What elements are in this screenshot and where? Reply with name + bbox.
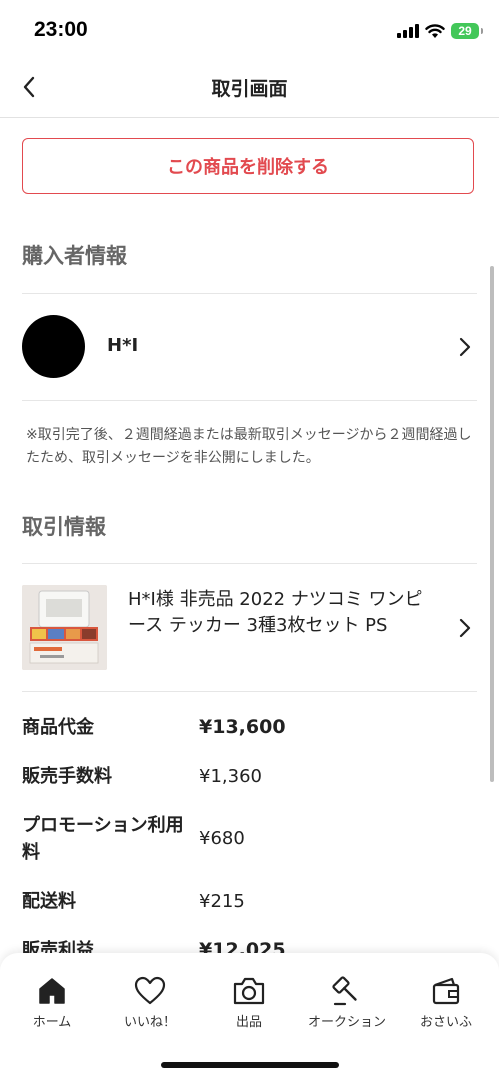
chevron-right-icon <box>457 335 473 359</box>
divider <box>22 563 477 564</box>
price-value: ¥13,600 <box>199 716 286 738</box>
heart-icon <box>102 975 198 1007</box>
battery-level: 29 <box>458 24 472 38</box>
tab-likes[interactable]: いいね！ <box>102 975 198 1035</box>
price-value: ¥1,360 <box>199 766 262 787</box>
buyer-section-title: 購入者情報 <box>22 244 127 268</box>
home-icon <box>4 975 100 1007</box>
transaction-section-title: 取引情報 <box>22 515 106 539</box>
divider <box>22 400 477 401</box>
chevron-right-icon <box>457 616 473 640</box>
page-title: 取引画面 <box>211 78 288 100</box>
price-value: ¥215 <box>199 891 245 912</box>
delete-item-button[interactable]: この商品を削除する <box>22 138 474 194</box>
product-row[interactable]: H*I様 非売品 2022 ナツコミ ワンピース テッカー 3種3枚セット PS <box>0 565 499 691</box>
message-notice: ※取引完了後、２週間経過または最新取引メッセージから２週間経過したため、取引メッ… <box>26 427 472 466</box>
price-label: 配送料 <box>22 891 76 912</box>
status-bar: 23:00 29 <box>0 0 499 60</box>
wifi-icon <box>425 23 445 38</box>
battery-icon: 29 <box>451 23 483 39</box>
price-label: 販売手数料 <box>22 766 112 787</box>
avatar <box>22 315 85 378</box>
signal-icon <box>397 24 419 38</box>
scrollbar[interactable] <box>490 266 494 782</box>
tab-bar: ホーム いいね！ 出品 オークション おさいふ <box>0 953 499 1080</box>
tab-auction[interactable]: オークション <box>299 975 395 1035</box>
transaction-screen: 23:00 29 取引画面 この商品を削除する 購入者情報 H*I ※取引完了後… <box>0 0 499 1080</box>
price-label: プロモーション利用料 <box>22 815 184 863</box>
tab-label: おさいふ <box>419 1015 472 1030</box>
product-name: H*I様 非売品 2022 ナツコミ ワンピース テッカー 3種3枚セット PS <box>128 589 423 636</box>
buyer-row[interactable]: H*I <box>0 295 499 400</box>
product-thumbnail <box>22 585 107 670</box>
divider <box>22 691 477 692</box>
tab-label: 出品 <box>235 1015 262 1030</box>
home-indicator <box>161 1062 339 1068</box>
tab-wallet[interactable]: おさいふ <box>398 975 494 1035</box>
tab-label: いいね！ <box>123 1015 176 1030</box>
wallet-icon <box>398 975 494 1007</box>
status-icons: 29 <box>397 20 483 42</box>
tab-label: オークション <box>307 1015 386 1030</box>
price-value: ¥680 <box>199 828 245 849</box>
buyer-name: H*I <box>107 335 139 356</box>
divider <box>22 293 477 294</box>
tab-listing[interactable]: 出品 <box>201 975 297 1035</box>
price-label: 商品代金 <box>22 717 94 738</box>
camera-icon <box>201 975 297 1007</box>
tab-label: ホーム <box>32 1015 72 1030</box>
status-time: 23:00 <box>34 18 88 41</box>
gavel-icon <box>299 975 395 1007</box>
tab-home[interactable]: ホーム <box>4 975 100 1035</box>
header: 取引画面 <box>0 60 499 118</box>
delete-item-label: この商品を削除する <box>167 157 329 178</box>
